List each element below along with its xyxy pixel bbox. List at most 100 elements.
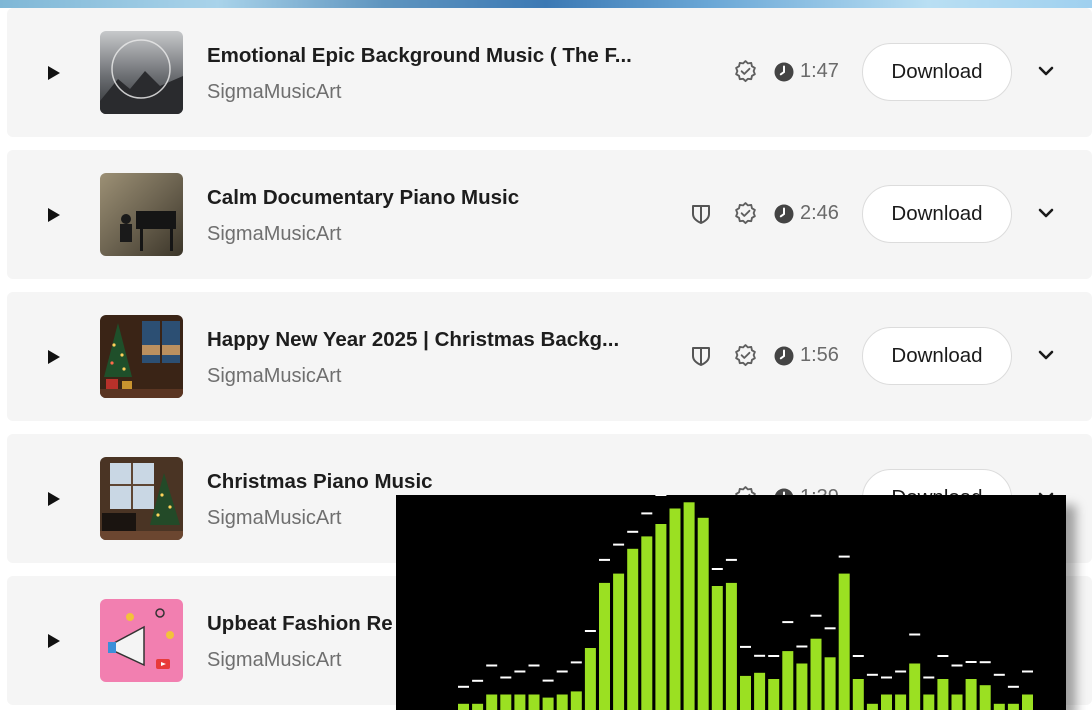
play-button[interactable] bbox=[45, 632, 63, 650]
spectrum-peak bbox=[824, 627, 836, 630]
spectrum-bar bbox=[528, 694, 540, 710]
spectrum-peak bbox=[937, 655, 949, 657]
track-title[interactable]: Christmas Piano Music bbox=[207, 470, 637, 494]
track-thumbnail[interactable] bbox=[100, 315, 183, 398]
spectrum-bar bbox=[641, 536, 653, 710]
spectrum-peak bbox=[458, 685, 469, 688]
spectrum-bar bbox=[486, 694, 498, 710]
chevron-down-icon bbox=[1038, 208, 1054, 218]
spectrum-bar bbox=[937, 679, 949, 710]
spectrum-bar bbox=[740, 675, 751, 710]
spectrum-peak bbox=[768, 655, 780, 657]
track-thumbnail[interactable] bbox=[100, 31, 183, 114]
spectrum-bar bbox=[796, 663, 808, 710]
spectrum-bar bbox=[655, 524, 667, 710]
spectrum-bar bbox=[965, 679, 977, 710]
track-row: Emotional Epic Background Music ( The F.… bbox=[7, 8, 1092, 137]
spectrum-bar bbox=[669, 508, 681, 710]
spectrum-peak bbox=[866, 673, 878, 676]
play-button[interactable] bbox=[45, 348, 63, 366]
expand-button[interactable] bbox=[1035, 344, 1057, 366]
spectrum-peak bbox=[1007, 685, 1019, 688]
spectrum-bar bbox=[866, 703, 878, 710]
verified-icon bbox=[735, 202, 756, 225]
track-artist[interactable]: SigmaMusicArt bbox=[207, 81, 341, 104]
play-button[interactable] bbox=[45, 490, 63, 508]
spectrum-peak bbox=[909, 633, 921, 636]
spectrum-peak bbox=[740, 645, 751, 648]
spectrum-bar bbox=[979, 685, 991, 710]
spectrum-bar bbox=[881, 694, 892, 710]
spectrum-bar bbox=[627, 548, 639, 710]
track-artist[interactable]: SigmaMusicArt bbox=[207, 223, 341, 246]
spectrum-peak bbox=[500, 676, 512, 679]
play-icon bbox=[48, 492, 60, 506]
track-artist[interactable]: SigmaMusicArt bbox=[207, 507, 341, 530]
spectrum-peak bbox=[754, 654, 766, 657]
track-artist[interactable]: SigmaMusicArt bbox=[207, 365, 341, 388]
expand-button[interactable] bbox=[1035, 202, 1057, 224]
play-icon bbox=[48, 66, 60, 80]
track-artist[interactable]: SigmaMusicArt bbox=[207, 649, 341, 672]
play-button[interactable] bbox=[45, 206, 63, 224]
spectrum-peak bbox=[655, 495, 667, 496]
spectrum-peak bbox=[725, 558, 737, 561]
spectrum-peak bbox=[796, 645, 808, 648]
verified-icon bbox=[735, 60, 756, 83]
spectrum-bar bbox=[1022, 694, 1033, 710]
spectrum-bar bbox=[570, 691, 582, 710]
spectrum-peak bbox=[711, 568, 723, 570]
spectrum-peak bbox=[838, 555, 850, 558]
track-row: Happy New Year 2025 | Christmas Backg...… bbox=[7, 292, 1092, 421]
spectrum-bar bbox=[782, 651, 794, 710]
spectrum-bar bbox=[768, 679, 780, 710]
track-thumbnail[interactable] bbox=[100, 457, 183, 540]
spectrum-peak bbox=[599, 558, 610, 561]
spectrum-peak bbox=[514, 670, 526, 673]
spectrum-bar bbox=[514, 694, 526, 710]
track-duration: 1:47 bbox=[800, 60, 839, 82]
spectrum-bar bbox=[909, 663, 921, 710]
chevron-down-icon bbox=[1038, 66, 1054, 76]
spectrum-peak bbox=[486, 664, 498, 667]
spectrum-bar bbox=[1007, 703, 1019, 710]
spectrum-bar bbox=[711, 586, 723, 710]
spectrum-peak bbox=[810, 614, 822, 617]
spectrum-bar bbox=[923, 694, 935, 710]
spectrum-peak bbox=[542, 679, 554, 682]
play-icon bbox=[48, 634, 60, 648]
spectrum-bar bbox=[838, 573, 850, 710]
expand-button[interactable] bbox=[1035, 60, 1057, 82]
spectrum-bar bbox=[500, 694, 512, 710]
spectrum-peak bbox=[584, 630, 596, 632]
play-button[interactable] bbox=[45, 64, 63, 82]
download-button[interactable]: Download bbox=[862, 327, 1012, 385]
download-button[interactable]: Download bbox=[862, 185, 1012, 243]
spectrum-bar bbox=[584, 648, 596, 710]
spectrum-peak bbox=[472, 679, 484, 682]
track-title[interactable]: Happy New Year 2025 | Christmas Backg... bbox=[207, 328, 637, 352]
track-thumbnail[interactable] bbox=[100, 599, 183, 682]
spectrum-peak bbox=[993, 673, 1005, 676]
verified-icon bbox=[735, 344, 756, 367]
spectrum-peak bbox=[965, 661, 977, 663]
spectrum-bar bbox=[542, 697, 554, 710]
track-thumbnail[interactable] bbox=[100, 173, 183, 256]
spectrum-bars bbox=[458, 495, 1033, 710]
spectrum-bar bbox=[824, 657, 836, 710]
download-button[interactable]: Download bbox=[862, 43, 1012, 101]
track-title[interactable]: Emotional Epic Background Music ( The F.… bbox=[207, 44, 637, 68]
chevron-down-icon bbox=[1038, 350, 1054, 360]
spectrum-peak bbox=[1022, 670, 1033, 673]
spectrum-peak bbox=[641, 512, 653, 515]
spectrum-peak bbox=[895, 670, 907, 673]
spectrum-bar bbox=[472, 703, 484, 710]
spectrum-peak bbox=[570, 661, 582, 664]
track-duration: 1:56 bbox=[800, 344, 839, 366]
spectrum-bar bbox=[754, 672, 766, 710]
spectrum-bar bbox=[852, 679, 864, 710]
play-icon bbox=[48, 208, 60, 222]
spectrum-bar bbox=[810, 638, 822, 710]
track-title[interactable]: Calm Documentary Piano Music bbox=[207, 186, 637, 210]
spectrum-peak bbox=[979, 661, 991, 664]
